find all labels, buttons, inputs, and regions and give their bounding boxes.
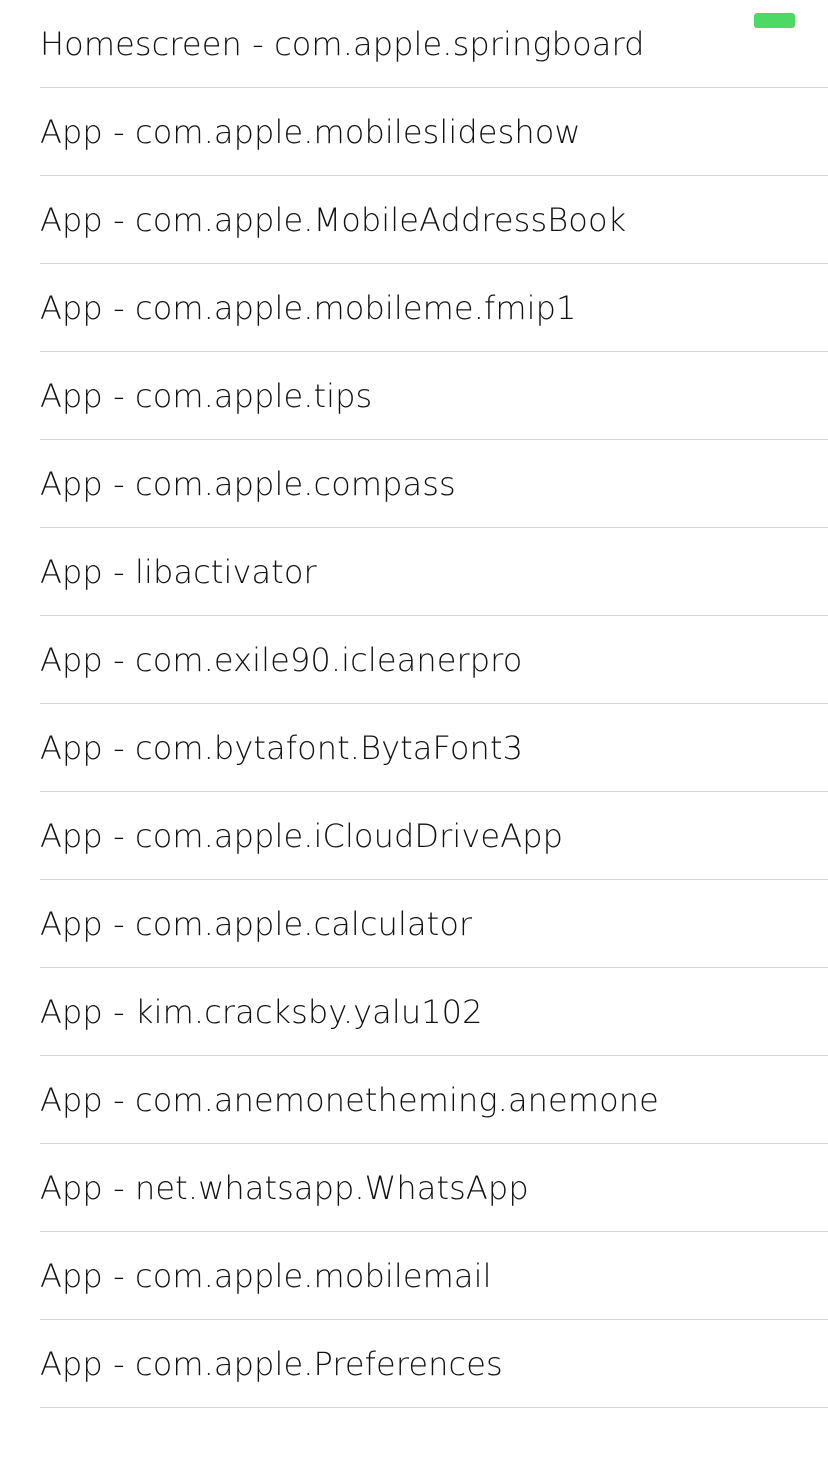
list-item-calculator[interactable]: App - com.apple.calculator xyxy=(40,880,828,968)
list-item-whatsapp[interactable]: App - net.whatsapp.WhatsApp xyxy=(40,1144,828,1232)
list-item-fmip1[interactable]: App - com.apple.mobileme.fmip1 xyxy=(40,264,828,352)
list-item-label: App - com.apple.mobilemail xyxy=(40,1256,492,1295)
list-item-label: App - net.whatsapp.WhatsApp xyxy=(40,1168,529,1207)
list-item-yalu102[interactable]: App - kim.cracksby.yalu102 xyxy=(40,968,828,1056)
list-item-mobileaddressbook[interactable]: App - com.apple.MobileAddressBook xyxy=(40,176,828,264)
list-item-label: App - com.apple.MobileAddressBook xyxy=(40,200,627,239)
list-item-compass[interactable]: App - com.apple.compass xyxy=(40,440,828,528)
list-item-label: App - com.apple.mobileme.fmip1 xyxy=(40,288,577,327)
green-indicator xyxy=(754,13,795,28)
list-item-anemone[interactable]: App - com.anemonetheming.anemone xyxy=(40,1056,828,1144)
list-item-label: App - com.apple.mobileslideshow xyxy=(40,112,581,151)
list-item-label: App - com.bytafont.BytaFont3 xyxy=(40,728,524,767)
list-item-bytafont3[interactable]: App - com.bytafont.BytaFont3 xyxy=(40,704,828,792)
list-item-tips[interactable]: App - com.apple.tips xyxy=(40,352,828,440)
list-item-mobileslideshow[interactable]: App - com.apple.mobileslideshow xyxy=(40,88,828,176)
app-list: Homescreen - com.apple.springboard App -… xyxy=(0,0,828,1408)
list-item-label: App - libactivator xyxy=(40,552,317,591)
list-item-icleanerpro[interactable]: App - com.exile90.icleanerpro xyxy=(40,616,828,704)
list-item-label: Homescreen - com.apple.springboard xyxy=(40,24,645,63)
list-item-label: App - com.exile90.icleanerpro xyxy=(40,640,523,679)
list-item-label: App - com.apple.compass xyxy=(40,464,456,503)
list-item-preferences[interactable]: App - com.apple.Preferences xyxy=(40,1320,828,1408)
list-item-libactivator[interactable]: App - libactivator xyxy=(40,528,828,616)
list-item-springboard[interactable]: Homescreen - com.apple.springboard xyxy=(40,0,828,88)
list-item-label: App - com.apple.Preferences xyxy=(40,1344,503,1383)
list-item-label: App - com.anemonetheming.anemone xyxy=(40,1080,659,1119)
list-item-label: App - com.apple.tips xyxy=(40,376,373,415)
list-item-label: App - com.apple.calculator xyxy=(40,904,473,943)
list-item-iclouddriveapp[interactable]: App - com.apple.iCloudDriveApp xyxy=(40,792,828,880)
list-item-mobilemail[interactable]: App - com.apple.mobilemail xyxy=(40,1232,828,1320)
list-item-label: App - kim.cracksby.yalu102 xyxy=(40,992,483,1031)
list-item-label: App - com.apple.iCloudDriveApp xyxy=(40,816,564,855)
